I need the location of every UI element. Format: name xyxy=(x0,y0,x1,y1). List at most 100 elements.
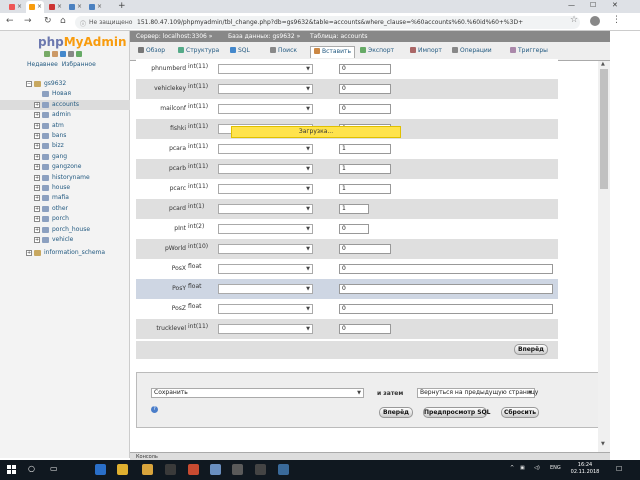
language-indicator[interactable]: ENG xyxy=(550,465,561,471)
function-select[interactable]: ▼ xyxy=(218,304,313,314)
forward-icon[interactable]: → xyxy=(24,16,32,26)
expand-icon[interactable]: + xyxy=(34,216,40,223)
tree-item[interactable]: + gangzone xyxy=(0,162,130,172)
task-view-icon[interactable]: ▭ xyxy=(50,464,58,473)
file-explorer-icon[interactable] xyxy=(142,464,153,475)
browser-tab-active[interactable]: × xyxy=(26,1,44,13)
value-input[interactable]: 0 xyxy=(339,224,369,234)
menu-tab[interactable]: Обзор xyxy=(138,47,165,59)
preview-sql-button[interactable]: Предпросмотр SQL xyxy=(423,407,490,418)
close-window-icon[interactable]: ✕ xyxy=(612,1,618,9)
tray-up-icon[interactable]: ^ xyxy=(510,465,514,471)
expand-icon[interactable]: + xyxy=(34,101,40,108)
tree-item-label[interactable]: bans xyxy=(52,132,66,139)
tab-close-icon[interactable]: × xyxy=(77,3,82,10)
function-select[interactable]: ▼ xyxy=(218,264,313,274)
tree-item[interactable]: + accounts xyxy=(0,99,130,110)
value-input[interactable]: 0 xyxy=(339,284,553,294)
tree-item-label[interactable]: house xyxy=(52,184,70,191)
expand-icon[interactable]: + xyxy=(34,195,40,202)
expand-icon[interactable]: + xyxy=(34,153,40,160)
tree-item-label[interactable]: vehicle xyxy=(52,236,73,243)
minimize-icon[interactable]: — xyxy=(568,1,575,9)
volume-icon[interactable]: ◁) xyxy=(534,465,540,471)
settings-icon[interactable] xyxy=(68,51,74,57)
terminal-icon[interactable] xyxy=(232,464,243,475)
app-icon[interactable] xyxy=(210,464,221,475)
app-icon[interactable] xyxy=(188,464,199,475)
tab-close-icon[interactable]: × xyxy=(97,3,102,10)
tree-item[interactable]: + other xyxy=(0,204,130,214)
breadcrumb-server[interactable]: Сервер: localhost:3306 » xyxy=(136,33,212,40)
function-select[interactable]: ▼ xyxy=(218,104,313,114)
app-icon[interactable] xyxy=(278,464,289,475)
expand-icon[interactable]: + xyxy=(34,226,40,233)
browser-menu-icon[interactable]: ⋮ xyxy=(612,15,621,25)
after-insert-select[interactable]: Вернуться на предыдущую страницу ▼ xyxy=(417,388,538,398)
tree-item-label[interactable]: accounts xyxy=(52,101,79,108)
chrome-icon[interactable] xyxy=(117,464,128,475)
value-input[interactable]: 0 xyxy=(339,104,391,114)
console-bar[interactable]: Консоль xyxy=(130,452,610,460)
menu-tab[interactable]: Импорт xyxy=(410,47,442,59)
expand-icon[interactable]: + xyxy=(34,133,40,139)
tree-item[interactable]: + mafia xyxy=(0,193,130,203)
tree-item-label[interactable]: admin xyxy=(52,111,71,118)
tree-item-label[interactable]: mafia xyxy=(52,194,69,201)
address-field[interactable]: ⓘ Не защищено 151.80.47.109/phpmyadmin/t… xyxy=(75,16,580,29)
function-select[interactable]: ▼ xyxy=(218,164,313,174)
tab-close-icon[interactable]: × xyxy=(57,3,62,10)
back-icon[interactable]: ← xyxy=(6,16,14,26)
tab-close-icon[interactable]: × xyxy=(17,3,22,10)
tree-item[interactable]: − gs9632 xyxy=(0,79,130,89)
value-input[interactable]: 0 xyxy=(339,64,391,74)
function-select[interactable]: ▼ xyxy=(218,184,313,194)
app-icon[interactable] xyxy=(255,464,266,475)
nav-tab-favorites[interactable]: Избранное xyxy=(62,61,96,68)
function-select[interactable]: ▼ xyxy=(218,224,313,234)
tree-item-label[interactable]: atm xyxy=(52,122,64,129)
expand-icon[interactable]: + xyxy=(34,122,40,129)
search-icon[interactable]: ○ xyxy=(28,464,35,473)
tree-item-label[interactable]: other xyxy=(52,205,68,212)
maximize-icon[interactable]: ☐ xyxy=(590,1,596,9)
tree-item[interactable]: + gang xyxy=(0,152,130,162)
browser-tab[interactable]: × xyxy=(66,1,84,13)
windows-start-icon[interactable] xyxy=(7,465,17,475)
expand-icon[interactable]: + xyxy=(34,185,40,191)
expand-icon[interactable]: + xyxy=(34,112,40,119)
value-input[interactable]: 0 xyxy=(339,84,391,94)
breadcrumb-database[interactable]: База данных: gs9632 » xyxy=(228,33,300,40)
help-icon[interactable]: ? xyxy=(151,406,158,413)
reload-icon[interactable]: ↻ xyxy=(44,16,52,26)
browser-tab[interactable]: × xyxy=(86,1,104,13)
tree-item[interactable]: + vehicle xyxy=(0,235,130,245)
menu-tab[interactable]: Вставить xyxy=(310,46,356,58)
menu-tab[interactable]: Структура xyxy=(178,47,219,59)
tree-item-label[interactable]: porch_house xyxy=(52,226,90,233)
scroll-down-icon[interactable]: ▼ xyxy=(601,441,605,447)
tree-item[interactable]: + bans xyxy=(0,131,130,141)
edge-icon[interactable] xyxy=(95,464,106,475)
function-select[interactable]: ▼ xyxy=(218,204,313,214)
docs-icon[interactable] xyxy=(60,51,66,57)
tree-item[interactable]: + atm xyxy=(0,121,130,131)
tree-item-label[interactable]: information_schema xyxy=(44,249,105,256)
tree-item-label[interactable]: gangzone xyxy=(52,163,81,170)
tree-item-label[interactable]: porch xyxy=(52,215,69,222)
value-input[interactable]: 1 xyxy=(339,204,369,214)
new-tab-icon[interactable]: + xyxy=(118,1,126,11)
tree-item-label[interactable]: gs9632 xyxy=(44,80,66,87)
value-input[interactable]: 0 xyxy=(339,264,553,274)
profile-avatar[interactable] xyxy=(590,16,600,26)
menu-tab[interactable]: Экспорт xyxy=(360,47,394,59)
value-input[interactable]: 1 xyxy=(339,144,391,154)
store-icon[interactable] xyxy=(165,464,176,475)
home-icon[interactable] xyxy=(44,51,50,57)
function-select[interactable]: ▼ xyxy=(218,84,313,94)
home-icon[interactable]: ⌂ xyxy=(60,16,66,26)
reset-button[interactable]: Сбросить xyxy=(501,407,539,418)
menu-tab[interactable]: SQL xyxy=(230,47,250,59)
menu-tab[interactable]: Операции xyxy=(452,47,492,59)
expand-icon[interactable]: + xyxy=(34,143,40,150)
